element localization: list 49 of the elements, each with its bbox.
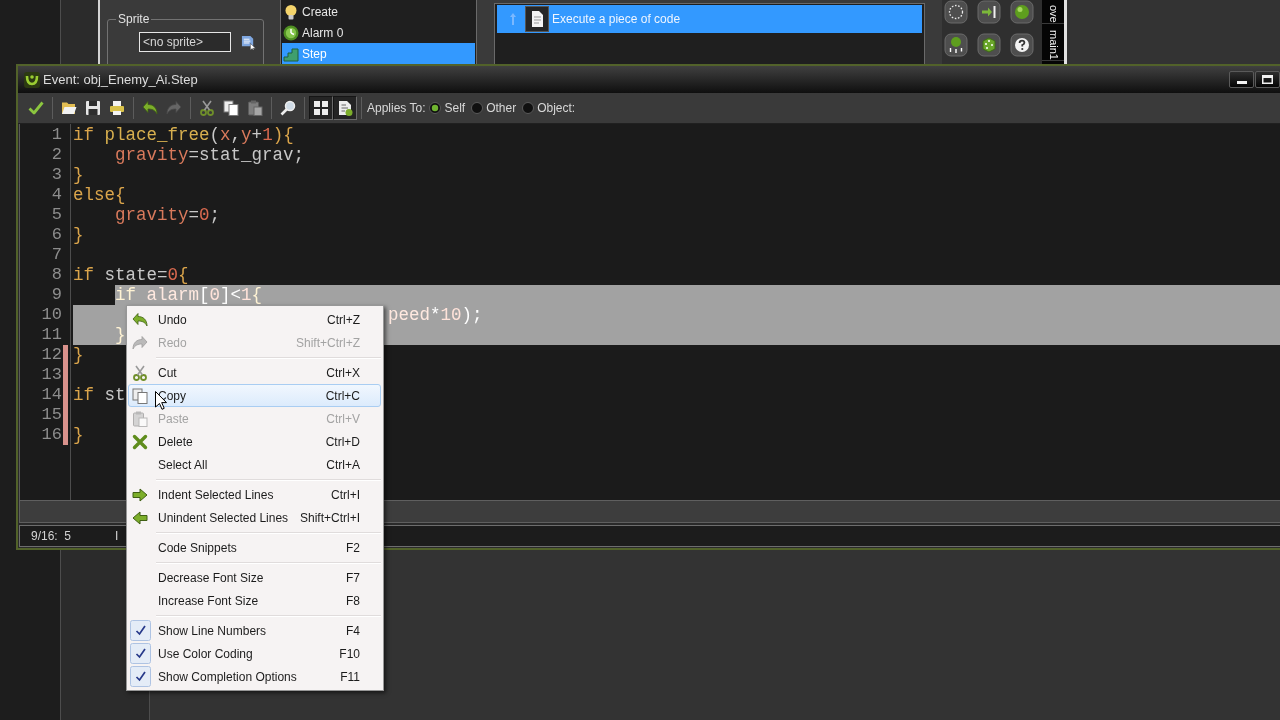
shortcut-text: F4 [346, 623, 360, 638]
code-line: if alarm[0]<1{ [115, 285, 263, 305]
line-number: 13 [41, 365, 62, 385]
applies-to-label: Applies To: [367, 101, 426, 115]
status-text: I [115, 529, 119, 543]
window-title: Event: obj_Enemy_Ai.Step [43, 72, 198, 87]
shortcut-text: F11 [340, 669, 360, 684]
line-number: 1 [51, 125, 62, 145]
code-line: gravity=stat_grav; [115, 145, 305, 165]
line-number: 10 [41, 305, 62, 325]
code-line: gravity=0; [115, 205, 221, 225]
line-number: 7 [51, 245, 62, 265]
shortcut-text: Ctrl+X [326, 365, 360, 380]
shortcut-text: Shift+Ctrl+I [299, 510, 360, 525]
line-number: 3 [51, 165, 62, 185]
shortcut-text: Ctrl+D [325, 434, 360, 449]
code-line: } [73, 225, 84, 245]
line-number: 16 [41, 425, 62, 445]
shortcut-text: F7 [346, 570, 360, 585]
code-line: if st [73, 385, 126, 405]
line-number: 6 [51, 225, 62, 245]
line-number: 15 [41, 405, 62, 425]
shortcut-text: Ctrl+I [331, 487, 360, 502]
code-line: else{ [73, 185, 126, 205]
code-line: if state=0{ [73, 265, 189, 285]
line-number: 11 [41, 325, 62, 345]
code-line: } [73, 165, 84, 185]
shortcut-text: Ctrl+Z [327, 312, 360, 327]
line-number: 2 [51, 145, 62, 165]
code-line: } [73, 345, 84, 365]
code-line: peed*10); [388, 305, 483, 325]
line-number: 8 [51, 265, 62, 285]
shortcut-text: F2 [346, 540, 360, 555]
cursor-position: 9/16: 5 [31, 529, 72, 543]
shortcut-text: Shift+Ctrl+Z [295, 335, 360, 350]
line-number: 14 [41, 385, 62, 405]
code-line: } [73, 425, 84, 445]
line-number: 12 [41, 345, 62, 365]
line-number: 5 [51, 205, 62, 225]
line-number: 4 [51, 185, 62, 205]
line-number: 9 [51, 285, 62, 305]
shortcut-text: Ctrl+C [325, 388, 360, 403]
shortcut-text: Ctrl+V [326, 411, 360, 426]
group-label: Sprite [116, 12, 152, 26]
shortcut-text: Ctrl+A [326, 457, 360, 472]
code-line: } [115, 325, 126, 345]
shortcut-text: F8 [346, 593, 360, 608]
shortcut-text: F10 [339, 646, 360, 661]
code-line: if place_free(x,y+1){ [73, 125, 294, 145]
